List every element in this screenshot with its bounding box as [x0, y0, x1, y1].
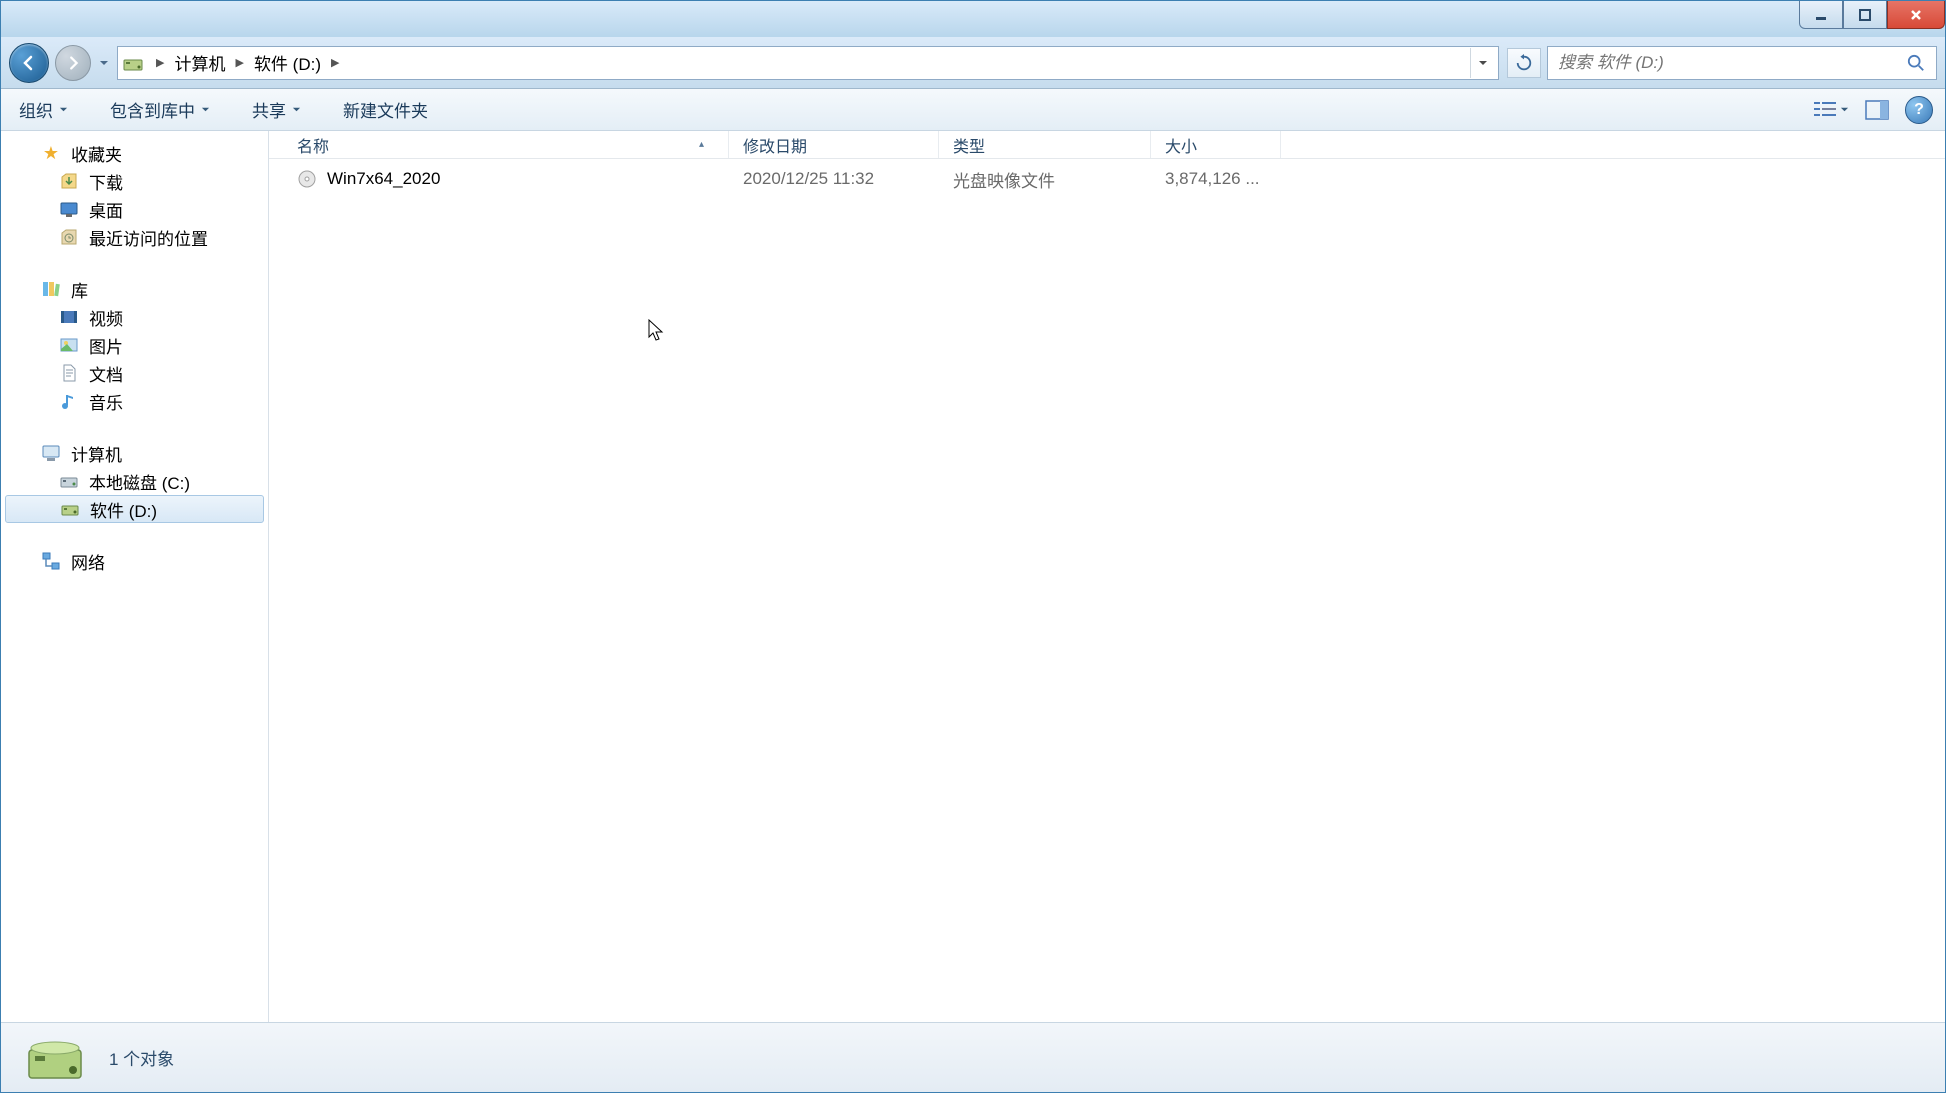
sidebar-downloads[interactable]: 下载 — [1, 167, 268, 195]
sidebar-drive-d[interactable]: 软件 (D:) — [5, 495, 264, 523]
breadcrumb-sep: ▶ — [235, 56, 243, 69]
breadcrumb-sep: ▶ — [331, 56, 339, 69]
sidebar-computer[interactable]: 计算机 — [1, 439, 268, 467]
minimize-button[interactable] — [1799, 1, 1843, 29]
breadcrumb-computer[interactable]: 计算机 — [170, 48, 229, 77]
navigation-row: ▶ 计算机 ▶ 软件 (D:) ▶ — [1, 37, 1945, 89]
include-label: 包含到库中 — [110, 97, 195, 122]
music-icon — [59, 391, 79, 411]
downloads-label: 下载 — [89, 169, 123, 194]
col-type-label: 类型 — [953, 133, 985, 157]
share-label: 共享 — [252, 97, 286, 122]
sidebar-desktop[interactable]: 桌面 — [1, 195, 268, 223]
address-bar[interactable]: ▶ 计算机 ▶ 软件 (D:) ▶ — [117, 46, 1499, 80]
search-box[interactable] — [1547, 46, 1937, 80]
videos-label: 视频 — [89, 305, 123, 330]
file-name: Win7x64_2020 — [327, 169, 440, 189]
status-bar: 1 个对象 — [1, 1022, 1945, 1092]
sidebar-favorites[interactable]: ★ 收藏夹 — [1, 139, 268, 167]
libraries-label: 库 — [71, 277, 88, 302]
file-row[interactable]: Win7x64_2020 2020/12/25 11:32 光盘映像文件 3,8… — [269, 163, 1945, 195]
documents-label: 文档 — [89, 361, 123, 386]
sidebar-network[interactable]: 网络 — [1, 547, 268, 575]
downloads-icon — [59, 171, 79, 191]
address-dropdown[interactable] — [1470, 48, 1494, 78]
drive-d-icon — [60, 499, 80, 519]
documents-icon — [59, 363, 79, 383]
back-button[interactable] — [9, 43, 49, 83]
desktop-icon — [59, 199, 79, 219]
file-list-area: 名称 ▴ 修改日期 类型 大小 Win7x64_2020 2020/12/25 … — [269, 131, 1945, 1022]
window-controls — [1799, 1, 1945, 29]
file-date: 2020/12/25 11:32 — [729, 169, 939, 189]
close-button[interactable] — [1887, 1, 1945, 29]
content-area: ★ 收藏夹 下载 桌面 最近访问的位置 — [1, 131, 1945, 1022]
help-button[interactable]: ? — [1905, 96, 1933, 124]
column-header-date[interactable]: 修改日期 — [729, 131, 939, 158]
pictures-label: 图片 — [89, 333, 123, 358]
drive-d-label: 软件 (D:) — [90, 497, 157, 522]
computer-label: 计算机 — [71, 441, 122, 466]
drive-c-label: 本地磁盘 (C:) — [89, 469, 190, 494]
file-list[interactable]: Win7x64_2020 2020/12/25 11:32 光盘映像文件 3,8… — [269, 159, 1945, 1022]
drive-c-icon — [59, 471, 79, 491]
refresh-button[interactable] — [1507, 48, 1541, 78]
col-size-label: 大小 — [1165, 133, 1197, 157]
preview-pane-button[interactable] — [1863, 96, 1891, 124]
view-options-button[interactable] — [1814, 101, 1849, 119]
drive-icon — [122, 52, 144, 74]
status-text: 1 个对象 — [109, 1045, 174, 1070]
nav-history-dropdown[interactable] — [97, 43, 111, 83]
star-icon: ★ — [41, 143, 61, 163]
sidebar-music[interactable]: 音乐 — [1, 387, 268, 415]
new-folder-label: 新建文件夹 — [343, 97, 428, 122]
breadcrumb-drive-d[interactable]: 软件 (D:) — [250, 48, 325, 77]
column-header-name[interactable]: 名称 ▴ — [269, 131, 729, 158]
navigation-pane: ★ 收藏夹 下载 桌面 最近访问的位置 — [1, 131, 269, 1022]
file-type: 光盘映像文件 — [939, 167, 1151, 192]
forward-button[interactable] — [55, 45, 91, 81]
iso-file-icon — [297, 169, 317, 189]
favorites-label: 收藏夹 — [71, 141, 122, 166]
sidebar-videos[interactable]: 视频 — [1, 303, 268, 331]
organize-button[interactable]: 组织 — [13, 93, 74, 126]
music-label: 音乐 — [89, 389, 123, 414]
explorer-window: ▶ 计算机 ▶ 软件 (D:) ▶ 组织 — [0, 0, 1946, 1093]
computer-icon — [41, 443, 61, 463]
libraries-icon — [41, 279, 61, 299]
recent-label: 最近访问的位置 — [89, 225, 208, 250]
share-button[interactable]: 共享 — [246, 93, 307, 126]
new-folder-button[interactable]: 新建文件夹 — [337, 93, 434, 126]
file-size: 3,874,126 ... — [1151, 169, 1281, 189]
toolbar: 组织 包含到库中 共享 新建文件夹 ? — [1, 89, 1945, 131]
col-name-label: 名称 — [297, 133, 329, 157]
desktop-label: 桌面 — [89, 197, 123, 222]
maximize-button[interactable] — [1843, 1, 1887, 29]
sidebar-libraries[interactable]: 库 — [1, 275, 268, 303]
organize-label: 组织 — [19, 97, 53, 122]
title-bar — [1, 1, 1945, 37]
search-input[interactable] — [1558, 53, 1906, 73]
search-icon — [1906, 53, 1926, 73]
column-header-type[interactable]: 类型 — [939, 131, 1151, 158]
column-headers: 名称 ▴ 修改日期 类型 大小 — [269, 131, 1945, 159]
col-date-label: 修改日期 — [743, 133, 807, 157]
sidebar-pictures[interactable]: 图片 — [1, 331, 268, 359]
include-in-library-button[interactable]: 包含到库中 — [104, 93, 216, 126]
pictures-icon — [59, 335, 79, 355]
videos-icon — [59, 307, 79, 327]
breadcrumb-sep: ▶ — [156, 56, 164, 69]
drive-large-icon — [25, 1030, 85, 1086]
network-icon — [41, 551, 61, 571]
sidebar-drive-c[interactable]: 本地磁盘 (C:) — [1, 467, 268, 495]
sort-indicator: ▴ — [699, 139, 714, 150]
sidebar-recent[interactable]: 最近访问的位置 — [1, 223, 268, 251]
network-label: 网络 — [71, 549, 105, 574]
recent-icon — [59, 227, 79, 247]
column-header-size[interactable]: 大小 — [1151, 131, 1281, 158]
sidebar-documents[interactable]: 文档 — [1, 359, 268, 387]
